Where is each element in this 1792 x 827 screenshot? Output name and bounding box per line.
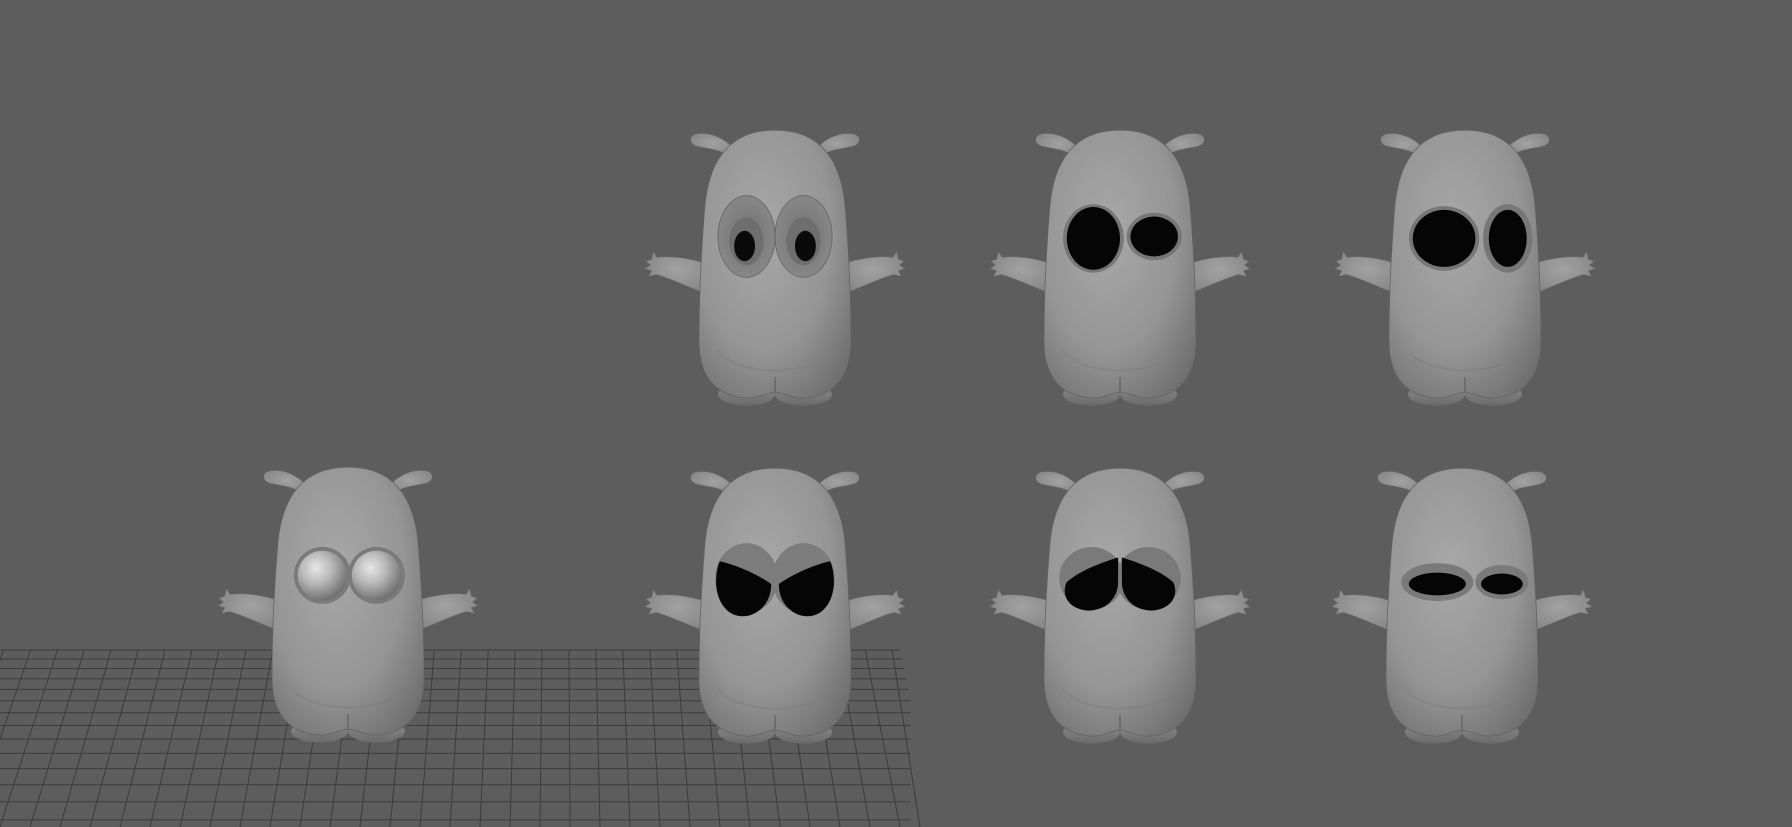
grid-line bbox=[676, 649, 691, 827]
viewport-canvas[interactable] bbox=[0, 0, 1792, 827]
3d-viewport[interactable] bbox=[0, 0, 1792, 827]
grid-line bbox=[864, 649, 901, 827]
grid-line bbox=[89, 649, 139, 827]
grid-line bbox=[568, 649, 571, 827]
character-blendshape-squint[interactable] bbox=[1330, 467, 1594, 745]
eye-left bbox=[293, 546, 351, 604]
eye-right bbox=[348, 546, 405, 604]
grid-line bbox=[509, 649, 516, 827]
character-base-model[interactable] bbox=[216, 466, 480, 744]
grid-line bbox=[449, 649, 462, 827]
character-blendshape-open[interactable] bbox=[1333, 129, 1597, 407]
grid-line bbox=[29, 649, 85, 827]
grid-line bbox=[239, 649, 274, 827]
character-blendshape-surprised[interactable] bbox=[643, 129, 907, 407]
grid-line bbox=[0, 649, 31, 741]
grid-line bbox=[119, 649, 166, 827]
grid-line bbox=[0, 649, 58, 827]
grid-line bbox=[209, 649, 247, 827]
grid-line bbox=[479, 649, 489, 827]
grid-line bbox=[59, 649, 112, 827]
character-blendshape-open-asym[interactable] bbox=[988, 129, 1252, 407]
grid-line bbox=[891, 649, 921, 827]
grid-line bbox=[622, 649, 631, 827]
grid-line bbox=[595, 649, 601, 827]
character-blendshape-angry[interactable] bbox=[643, 467, 907, 745]
grid-line bbox=[539, 649, 543, 827]
character-blendshape-sad[interactable] bbox=[988, 467, 1252, 745]
grid-line bbox=[649, 649, 661, 827]
